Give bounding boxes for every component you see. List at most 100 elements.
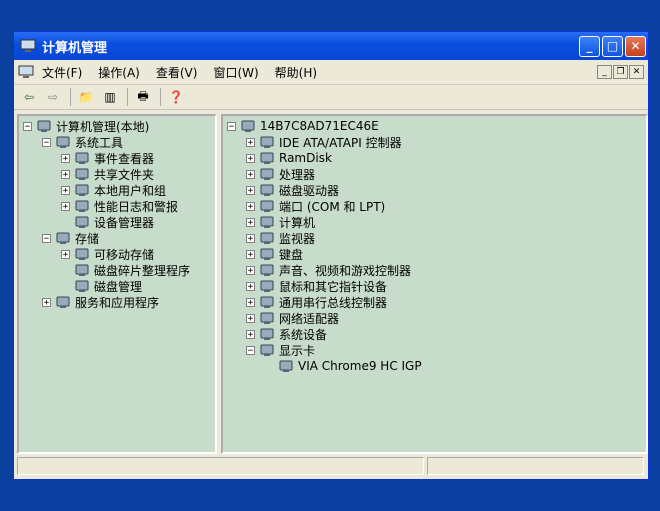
expand-toggle[interactable]: + xyxy=(42,297,51,307)
expand-toggle[interactable]: + xyxy=(246,137,255,147)
computer-management-icon xyxy=(20,39,36,52)
tree-item[interactable]: − 存储 xyxy=(19,230,215,246)
tree-item[interactable]: + 磁盘驱动器 xyxy=(223,182,646,198)
tree-item-label: 通用串行总线控制器 xyxy=(279,295,388,310)
display-device-icon xyxy=(278,359,294,373)
expand-toggle[interactable]: + xyxy=(246,217,255,227)
tree-item[interactable]: + 事件查看器 xyxy=(19,150,215,166)
expand-toggle[interactable]: + xyxy=(61,201,70,211)
collapse-toggle[interactable]: − xyxy=(246,345,255,355)
tree-item[interactable]: + 共享文件夹 xyxy=(19,166,215,182)
menu-file[interactable]: 文件(F) xyxy=(42,64,82,81)
tree-item[interactable]: − 显示卡 xyxy=(223,342,646,358)
tree-item[interactable]: + RamDisk xyxy=(223,150,646,166)
tree-item[interactable]: + 计算机 xyxy=(223,214,646,230)
tree-item-label: 系统工具 xyxy=(75,135,124,150)
expand-toggle[interactable]: + xyxy=(61,185,70,195)
mdi-restore-button[interactable]: ❐ xyxy=(613,65,628,79)
expand-toggle[interactable]: + xyxy=(246,233,255,243)
tree-item[interactable]: + 可移动存储 xyxy=(19,246,215,262)
tree-item-label: 网络适配器 xyxy=(279,311,340,326)
tree-item[interactable]: + 键盘 xyxy=(223,246,646,262)
tree-item-label: 计算机 xyxy=(279,215,316,230)
tree-item[interactable]: + 网络适配器 xyxy=(223,310,646,326)
up-level-button[interactable]: 📁 xyxy=(75,87,97,107)
mouse-icon xyxy=(259,279,275,293)
port-icon xyxy=(259,199,275,213)
tree-item[interactable]: − 系统工具 xyxy=(19,134,215,150)
expand-toggle[interactable]: + xyxy=(246,297,255,307)
status-bar xyxy=(17,457,645,475)
tree-item-label: 端口 (COM 和 LPT) xyxy=(279,199,386,214)
removable-storage-icon xyxy=(74,247,90,261)
tree-item[interactable]: + IDE ATA/ATAPI 控制器 xyxy=(223,134,646,150)
tree-item[interactable]: − 计算机管理(本地) xyxy=(19,118,215,134)
tree-item-label: 磁盘碎片整理程序 xyxy=(94,263,191,278)
expand-toggle[interactable]: + xyxy=(246,329,255,339)
tree-item[interactable]: + 本地用户和组 xyxy=(19,182,215,198)
tree-item-label: 服务和应用程序 xyxy=(75,295,160,310)
tree-item[interactable]: + 系统设备 xyxy=(223,326,646,342)
mdi-minimize-button[interactable]: _ xyxy=(597,65,612,79)
show-hide-tree-button[interactable]: ▥ xyxy=(99,87,121,107)
menu-action[interactable]: 操作(A) xyxy=(98,64,140,81)
tree-item[interactable]: + 通用串行总线控制器 xyxy=(223,294,646,310)
expand-toggle[interactable]: + xyxy=(246,185,255,195)
mdi-close-button[interactable]: ✕ xyxy=(629,65,644,79)
services-icon xyxy=(55,295,71,309)
tree-item-label: 鼠标和其它指针设备 xyxy=(279,279,388,294)
menu-window[interactable]: 窗口(W) xyxy=(213,64,258,81)
close-button[interactable]: ✕ xyxy=(625,35,646,57)
expand-toggle[interactable]: + xyxy=(61,169,70,179)
tree-item[interactable]: + 端口 (COM 和 LPT) xyxy=(223,198,646,214)
title-bar[interactable]: 计算机管理 _ □ ✕ xyxy=(14,32,648,60)
tree-item[interactable]: + 鼠标和其它指针设备 xyxy=(223,278,646,294)
tree-item-label: 设备管理器 xyxy=(94,215,155,230)
tree-item-label: IDE ATA/ATAPI 控制器 xyxy=(279,135,402,150)
expand-toggle[interactable]: + xyxy=(246,265,255,275)
menu-view[interactable]: 查看(V) xyxy=(156,64,198,81)
tree-item[interactable]: 磁盘碎片整理程序 xyxy=(19,262,215,278)
collapse-toggle[interactable]: − xyxy=(227,121,236,131)
expand-toggle[interactable]: + xyxy=(246,313,255,323)
expand-toggle[interactable]: + xyxy=(246,169,255,179)
disk-management-icon xyxy=(74,279,90,293)
menu-bar: 文件(F) 操作(A) 查看(V) 窗口(W) 帮助(H) _ ❐ ✕ xyxy=(14,60,648,85)
expand-toggle[interactable]: + xyxy=(246,201,255,211)
tree-item[interactable]: 设备管理器 xyxy=(19,214,215,230)
tree-item[interactable]: − 14B7C8AD71EC46E xyxy=(223,118,646,134)
tree-item[interactable]: + 处理器 xyxy=(223,166,646,182)
expand-toggle[interactable]: + xyxy=(246,153,255,163)
collapse-toggle[interactable]: − xyxy=(42,137,51,147)
system-menu-icon[interactable] xyxy=(18,65,34,79)
tree-item[interactable]: VIA Chrome9 HC IGP xyxy=(223,358,646,374)
tree-item[interactable]: + 服务和应用程序 xyxy=(19,294,215,310)
expand-toggle[interactable]: + xyxy=(61,249,70,259)
tree-item-label: 键盘 xyxy=(279,247,304,262)
maximize-button[interactable]: □ xyxy=(602,35,623,57)
tree-item-label: 磁盘驱动器 xyxy=(279,183,340,198)
console-tree-pane[interactable]: − 计算机管理(本地) − 系统工具 + 事件查看器 + 共享文件夹 + 本地用户和组 + 性能日志和… xyxy=(17,114,217,454)
tree-item-label: 本地用户和组 xyxy=(94,183,167,198)
minimize-button[interactable]: _ xyxy=(579,35,600,57)
expand-toggle[interactable]: + xyxy=(61,153,70,163)
device-tree-pane[interactable]: − 14B7C8AD71EC46E + IDE ATA/ATAPI 控制器 + RamDi… xyxy=(221,114,648,454)
disk-drive-icon xyxy=(259,183,275,197)
collapse-toggle[interactable]: − xyxy=(23,121,32,131)
expand-toggle[interactable]: + xyxy=(246,249,255,259)
help-button[interactable]: ❓ xyxy=(165,87,187,107)
forward-button[interactable]: ⇨ xyxy=(42,87,64,107)
collapse-toggle[interactable]: − xyxy=(42,233,51,243)
menu-help[interactable]: 帮助(H) xyxy=(275,64,317,81)
event-viewer-icon xyxy=(74,151,90,165)
tree-item[interactable]: + 性能日志和警报 xyxy=(19,198,215,214)
tree-item[interactable]: + 监视器 xyxy=(223,230,646,246)
tree-item[interactable]: 磁盘管理 xyxy=(19,278,215,294)
expand-toggle[interactable]: + xyxy=(246,281,255,291)
help-icon: ❓ xyxy=(168,90,184,104)
back-button[interactable]: ⇦ xyxy=(18,87,40,107)
tree-item-label: 计算机管理(本地) xyxy=(56,119,150,134)
tree-item[interactable]: + 声音、视频和游戏控制器 xyxy=(223,262,646,278)
print-button[interactable]: 🖶 xyxy=(132,87,154,107)
back-arrow-icon: ⇦ xyxy=(23,90,35,104)
